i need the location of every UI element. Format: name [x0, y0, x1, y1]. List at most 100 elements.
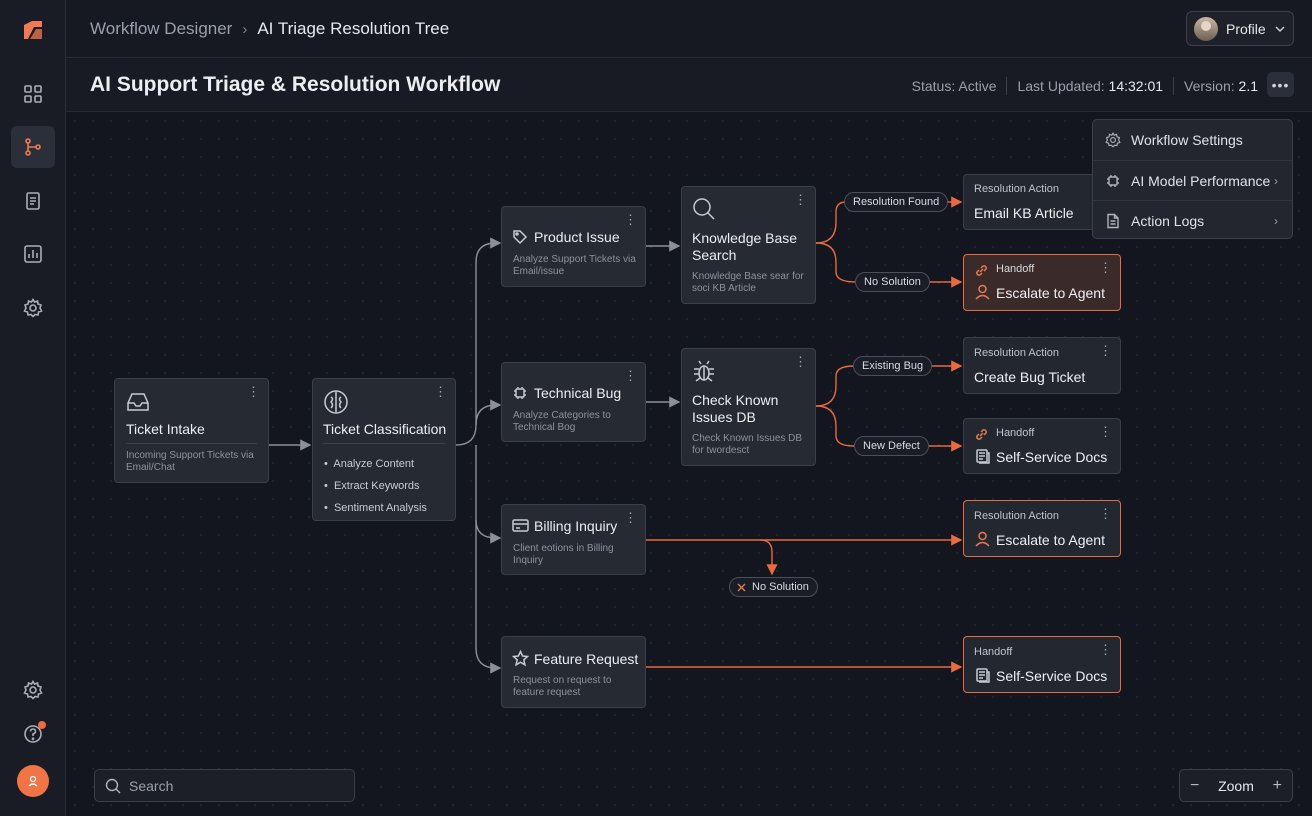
node-title: Ticket Classification: [323, 421, 447, 437]
zoom-in-button[interactable]: +: [1273, 777, 1282, 795]
node-menu-icon[interactable]: ⋮: [247, 385, 260, 398]
node-create-bug-ticket[interactable]: Resolution Action ⋮ Create Bug Ticket: [963, 337, 1121, 394]
profile-button[interactable]: Profile: [1186, 11, 1294, 46]
node-self-service-docs-2[interactable]: Handoff ⋮ Self-Service Docs: [963, 636, 1121, 693]
divider: [1006, 77, 1008, 95]
version-value: 2.1: [1238, 78, 1258, 94]
chevron-down-icon: [1275, 25, 1285, 32]
workflow-meta: Status: Active Last Updated: 14:32:01 Ve…: [912, 77, 1258, 95]
node-self-service-docs-1[interactable]: Handoff ⋮ Self-Service Docs: [963, 418, 1121, 474]
sidebar: [0, 0, 66, 816]
star-icon: [511, 649, 530, 672]
node-menu-icon[interactable]: ⋮: [794, 355, 807, 368]
title-bar: AI Support Triage & Resolution Workflow …: [66, 59, 1312, 112]
status-text: Status: Active: [911, 78, 997, 94]
node-menu-icon[interactable]: ⋮: [624, 511, 637, 524]
node-title: Email KB Article: [974, 205, 1074, 221]
menu-item-action-logs[interactable]: Action Logs ›: [1093, 200, 1292, 240]
menu-item-workflow-settings[interactable]: Workflow Settings: [1093, 120, 1292, 160]
user-avatar[interactable]: [17, 765, 49, 797]
workflow-icon: [25, 138, 41, 156]
node-menu-icon[interactable]: ⋮: [1099, 344, 1112, 357]
edge-label-no-solution[interactable]: No Solution: [855, 272, 930, 292]
node-description: Analyze Support Tickets via Email/issue: [513, 254, 636, 277]
chip-icon: [512, 385, 528, 406]
edge-label-resolution-found[interactable]: Resolution Found: [844, 192, 949, 212]
node-menu-icon[interactable]: ⋮: [1099, 507, 1112, 520]
link-icon: [975, 428, 988, 446]
node-escalate-agent-handoff[interactable]: Handoff ⋮ Escalate to Agent: [963, 254, 1121, 311]
app-logo-icon[interactable]: [20, 17, 46, 43]
version-text: Version: 2.1: [1184, 78, 1258, 94]
breadcrumb-root[interactable]: Workflow Designer: [90, 19, 232, 39]
node-technical-bug[interactable]: Technical Bug ⋮ Analyze Categories to Te…: [501, 362, 646, 442]
user-icon: [28, 775, 38, 787]
node-check-known-issues[interactable]: ⋮ Check Known Issues DB Check Known Issu…: [681, 348, 816, 466]
sidebar-help-button[interactable]: [11, 713, 55, 755]
node-feature-request[interactable]: Feature Request Request on request to fe…: [501, 636, 646, 708]
chevron-right-icon: ›: [1274, 173, 1278, 188]
node-title: Check Known Issues DB: [692, 392, 779, 425]
menu-item-label: AI Model Performance: [1131, 172, 1271, 189]
edge-label-existing-bug[interactable]: Existing Bug: [853, 356, 933, 376]
zoom-label: Zoom: [1218, 777, 1254, 794]
node-description: Incoming Support Tickets via Email/Chat: [126, 450, 254, 473]
top-bar: Workflow Designer › AI Triage Resolution…: [66, 0, 1312, 58]
node-knowledge-base-search[interactable]: ⋮ Knowledge Base Search Knowledge Base s…: [681, 186, 816, 304]
node-menu-icon[interactable]: ⋮: [1099, 425, 1112, 438]
sidebar-dashboard-button[interactable]: [11, 73, 55, 115]
zoom-control: − Zoom +: [1179, 769, 1293, 802]
node-title: Feature Request: [534, 651, 639, 667]
chevron-right-icon: ›: [1274, 213, 1278, 228]
node-billing-inquiry[interactable]: Billing Inquiry ⋮ Client eotions in Bill…: [501, 504, 646, 575]
node-description: Check Known Issues DB for twordesct: [692, 433, 803, 456]
node-tag: Handoff: [996, 427, 1035, 439]
node-title: Escalate to Agent: [996, 532, 1105, 548]
node-menu-icon[interactable]: ⋮: [434, 385, 447, 398]
user-icon: [975, 531, 990, 552]
sidebar-documents-button[interactable]: [11, 180, 55, 222]
search-icon: [105, 778, 121, 793]
node-menu-icon[interactable]: ⋮: [794, 193, 807, 206]
menu-item-ai-model-performance[interactable]: AI Model Performance ›: [1093, 160, 1292, 200]
divider: [126, 443, 257, 444]
node-menu-icon[interactable]: ⋮: [624, 213, 637, 226]
page-title: AI Support Triage & Resolution Workflow: [90, 73, 501, 96]
node-ticket-intake[interactable]: ⋮ Ticket Intake Incoming Support Tickets…: [114, 378, 269, 483]
breadcrumb: Workflow Designer › AI Triage Resolution…: [90, 19, 449, 39]
profile-avatar: [1194, 16, 1218, 41]
sidebar-settings-button[interactable]: [11, 287, 55, 329]
node-description: Client eotions in Billing Inquiry: [513, 543, 614, 566]
gear-icon: [23, 298, 43, 318]
node-escalate-agent-resolution[interactable]: Resolution Action ⋮ Escalate to Agent: [963, 500, 1121, 557]
document-icon: [26, 192, 40, 210]
chevron-right-icon: ›: [242, 20, 248, 38]
zoom-out-button[interactable]: −: [1190, 777, 1199, 795]
notification-dot: [38, 721, 46, 729]
node-title: Billing Inquiry: [534, 518, 618, 534]
edge-label-new-defect[interactable]: New Defect: [854, 436, 929, 456]
link-icon: [975, 264, 988, 282]
node-menu-icon[interactable]: ⋮: [624, 369, 637, 382]
node-menu-icon[interactable]: ⋮: [1099, 643, 1112, 656]
canvas-search: [94, 769, 355, 802]
node-tag: Resolution Action: [974, 183, 1059, 195]
edge-label-billing-no-solution[interactable]: No Solution: [729, 577, 818, 597]
node-product-issue[interactable]: Product Issue ⋮ Analyze Support Tickets …: [501, 206, 646, 287]
sidebar-analytics-button[interactable]: [11, 233, 55, 275]
cpu-icon: [1107, 174, 1119, 187]
sidebar-workflows-button[interactable]: [11, 126, 55, 168]
node-ticket-classification[interactable]: ⋮ Ticket Classification • Analyze Conten…: [312, 378, 456, 521]
credit-card-icon: [512, 518, 529, 538]
node-menu-icon[interactable]: ⋮: [1099, 261, 1112, 274]
search-input[interactable]: [129, 777, 329, 794]
more-options-button[interactable]: •••: [1267, 72, 1294, 97]
profile-label: Profile: [1226, 20, 1266, 37]
more-options-menu: Workflow Settings AI Model Performance ›…: [1092, 119, 1293, 239]
document-icon: [1107, 213, 1119, 228]
node-title: Ticket Intake: [126, 421, 205, 437]
inbox-icon: [126, 391, 150, 418]
node-description: Knowledge Base sear for soci KB Article: [692, 271, 804, 294]
bug-icon: [692, 359, 716, 388]
sidebar-preferences-button[interactable]: [11, 669, 55, 711]
